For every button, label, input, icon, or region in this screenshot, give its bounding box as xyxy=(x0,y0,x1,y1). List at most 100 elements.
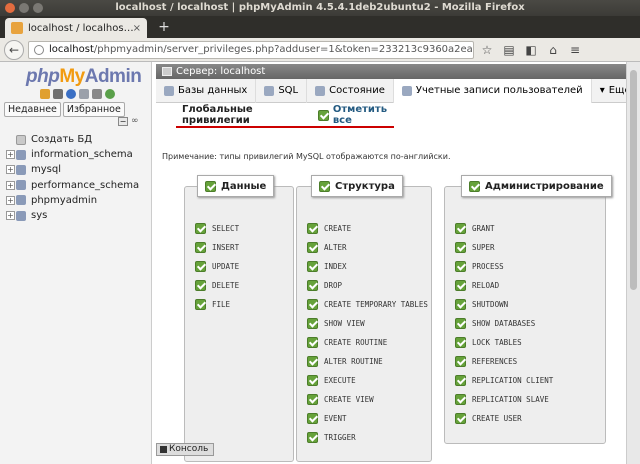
tab-user-accounts[interactable]: Учетные записи пользователей xyxy=(393,78,592,103)
sidebar-icon[interactable]: ◧ xyxy=(522,41,540,59)
create-database-item[interactable]: Создать БД xyxy=(6,132,139,147)
privilege-checkbox[interactable] xyxy=(307,394,318,405)
privilege-checkbox[interactable] xyxy=(195,280,206,291)
privilege-alter[interactable]: ALTER xyxy=(307,242,347,253)
expand-icon[interactable]: + xyxy=(6,180,15,190)
privilege-shutdown[interactable]: SHUTDOWN xyxy=(455,299,508,310)
phpmyadmin-logo[interactable]: phpMyAdmin xyxy=(26,66,142,88)
privilege-checkbox[interactable] xyxy=(307,318,318,329)
privilege-alter-routine[interactable]: ALTER ROUTINE xyxy=(307,356,383,367)
expand-icon[interactable]: + xyxy=(6,195,15,205)
url-bar[interactable]: localhost /phpmyadmin/server_privileges.… xyxy=(28,40,474,59)
privilege-show-view[interactable]: SHOW VIEW xyxy=(307,318,365,329)
settings-gear-icon[interactable] xyxy=(92,89,102,99)
privilege-checkbox[interactable] xyxy=(307,242,318,253)
expand-icon[interactable]: + xyxy=(6,150,15,160)
close-tab-icon[interactable]: × xyxy=(133,23,141,34)
tab-databases[interactable]: Базы данных xyxy=(156,78,257,103)
back-button[interactable]: ← xyxy=(4,39,24,60)
database-item-phpmyadmin[interactable]: + phpmyadmin xyxy=(6,193,139,208)
privilege-reload[interactable]: RELOAD xyxy=(455,280,499,291)
privilege-checkbox[interactable] xyxy=(455,261,466,272)
privilege-checkbox[interactable] xyxy=(307,432,318,443)
privilege-delete[interactable]: DELETE xyxy=(195,280,239,291)
tab-sql[interactable]: SQL xyxy=(256,78,308,103)
privilege-checkbox[interactable] xyxy=(307,261,318,272)
privilege-lock-tables[interactable]: LOCK TABLES xyxy=(455,337,522,348)
favorite-tables-button[interactable]: Избранное xyxy=(62,102,125,117)
privilege-checkbox[interactable] xyxy=(195,299,206,310)
privilege-checkbox[interactable] xyxy=(455,318,466,329)
new-tab-button[interactable]: + xyxy=(155,19,173,36)
hamburger-menu-icon[interactable]: ≡ xyxy=(566,41,584,59)
privilege-references[interactable]: REFERENCES xyxy=(455,356,517,367)
privilege-insert[interactable]: INSERT xyxy=(195,242,239,253)
tab-status[interactable]: Состояние xyxy=(307,78,394,103)
home-icon[interactable] xyxy=(40,89,50,99)
privilege-checkbox[interactable] xyxy=(455,413,466,424)
privilege-update[interactable]: UPDATE xyxy=(195,261,239,272)
select-all-checkbox[interactable] xyxy=(317,109,329,121)
privilege-checkbox[interactable] xyxy=(307,375,318,386)
database-item-mysql[interactable]: + mysql xyxy=(6,162,139,177)
privilege-select[interactable]: SELECT xyxy=(195,223,239,234)
data-group-checkbox[interactable] xyxy=(205,180,216,192)
privilege-show-databases[interactable]: SHOW DATABASES xyxy=(455,318,535,329)
privilege-checkbox[interactable] xyxy=(195,261,206,272)
recent-tables-button[interactable]: Недавнее xyxy=(4,102,61,117)
privilege-trigger[interactable]: TRIGGER xyxy=(307,432,356,443)
privilege-checkbox[interactable] xyxy=(307,280,318,291)
site-info-icon[interactable] xyxy=(34,44,44,55)
privilege-execute[interactable]: EXECUTE xyxy=(307,375,356,386)
server-link[interactable]: Сервер: localhost xyxy=(176,64,265,79)
privilege-checkbox[interactable] xyxy=(455,337,466,348)
privilege-checkbox[interactable] xyxy=(307,223,318,234)
privilege-checkbox[interactable] xyxy=(307,356,318,367)
privilege-create-user[interactable]: CREATE USER xyxy=(455,413,522,424)
privilege-process[interactable]: PROCESS xyxy=(455,261,504,272)
database-item-information-schema[interactable]: + information_schema xyxy=(6,147,139,162)
privilege-create-temporary-tables[interactable]: CREATE TEMPORARY TABLES xyxy=(307,299,428,310)
privilege-create-view[interactable]: CREATE VIEW xyxy=(307,394,374,405)
privilege-checkbox[interactable] xyxy=(307,337,318,348)
page-scrollbar[interactable] xyxy=(626,62,640,464)
scrollbar-thumb[interactable] xyxy=(630,70,637,290)
privilege-checkbox[interactable] xyxy=(307,413,318,424)
privilege-replication-slave[interactable]: REPLICATION SLAVE xyxy=(455,394,549,405)
data-group-legend[interactable]: Данные xyxy=(197,175,275,197)
privilege-checkbox[interactable] xyxy=(195,242,206,253)
privilege-checkbox[interactable] xyxy=(455,280,466,291)
privilege-checkbox[interactable] xyxy=(307,299,318,310)
privilege-event[interactable]: EVENT xyxy=(307,413,347,424)
database-item-performance-schema[interactable]: + performance_schema xyxy=(6,178,139,193)
browser-tab[interactable]: localhost / localhos… × xyxy=(5,18,147,38)
privilege-replication-client[interactable]: REPLICATION CLIENT xyxy=(455,375,553,386)
privilege-checkbox[interactable] xyxy=(455,375,466,386)
privilege-create-routine[interactable]: CREATE ROUTINE xyxy=(307,337,387,348)
privilege-checkbox[interactable] xyxy=(455,223,466,234)
privilege-checkbox[interactable] xyxy=(195,223,206,234)
help-icon[interactable] xyxy=(66,89,76,99)
documentation-icon[interactable] xyxy=(79,89,89,99)
structure-group-checkbox[interactable] xyxy=(319,180,330,192)
reload-navigation-icon[interactable] xyxy=(105,89,115,99)
expand-icon[interactable]: + xyxy=(6,165,15,175)
logout-icon[interactable] xyxy=(53,89,63,99)
privilege-grant[interactable]: GRANT xyxy=(455,223,495,234)
database-item-sys[interactable]: + sys xyxy=(6,208,139,223)
privilege-file[interactable]: FILE xyxy=(195,299,230,310)
privilege-checkbox[interactable] xyxy=(455,242,466,253)
privilege-index[interactable]: INDEX xyxy=(307,261,347,272)
structure-group-legend[interactable]: Структура xyxy=(311,175,403,197)
library-icon[interactable]: ▤ xyxy=(500,41,518,59)
bookmark-star-icon[interactable]: ☆ xyxy=(478,41,496,59)
privilege-checkbox[interactable] xyxy=(455,299,466,310)
admin-group-legend[interactable]: Администрирование xyxy=(461,175,612,197)
privilege-super[interactable]: SUPER xyxy=(455,242,495,253)
privilege-drop[interactable]: DROP xyxy=(307,280,342,291)
select-all-toggle[interactable]: Отметить все xyxy=(317,104,394,126)
expand-icon[interactable]: + xyxy=(6,211,15,221)
privilege-checkbox[interactable] xyxy=(455,394,466,405)
privilege-checkbox[interactable] xyxy=(455,356,466,367)
link-with-main-panel-icon[interactable]: ∞ xyxy=(131,116,139,126)
